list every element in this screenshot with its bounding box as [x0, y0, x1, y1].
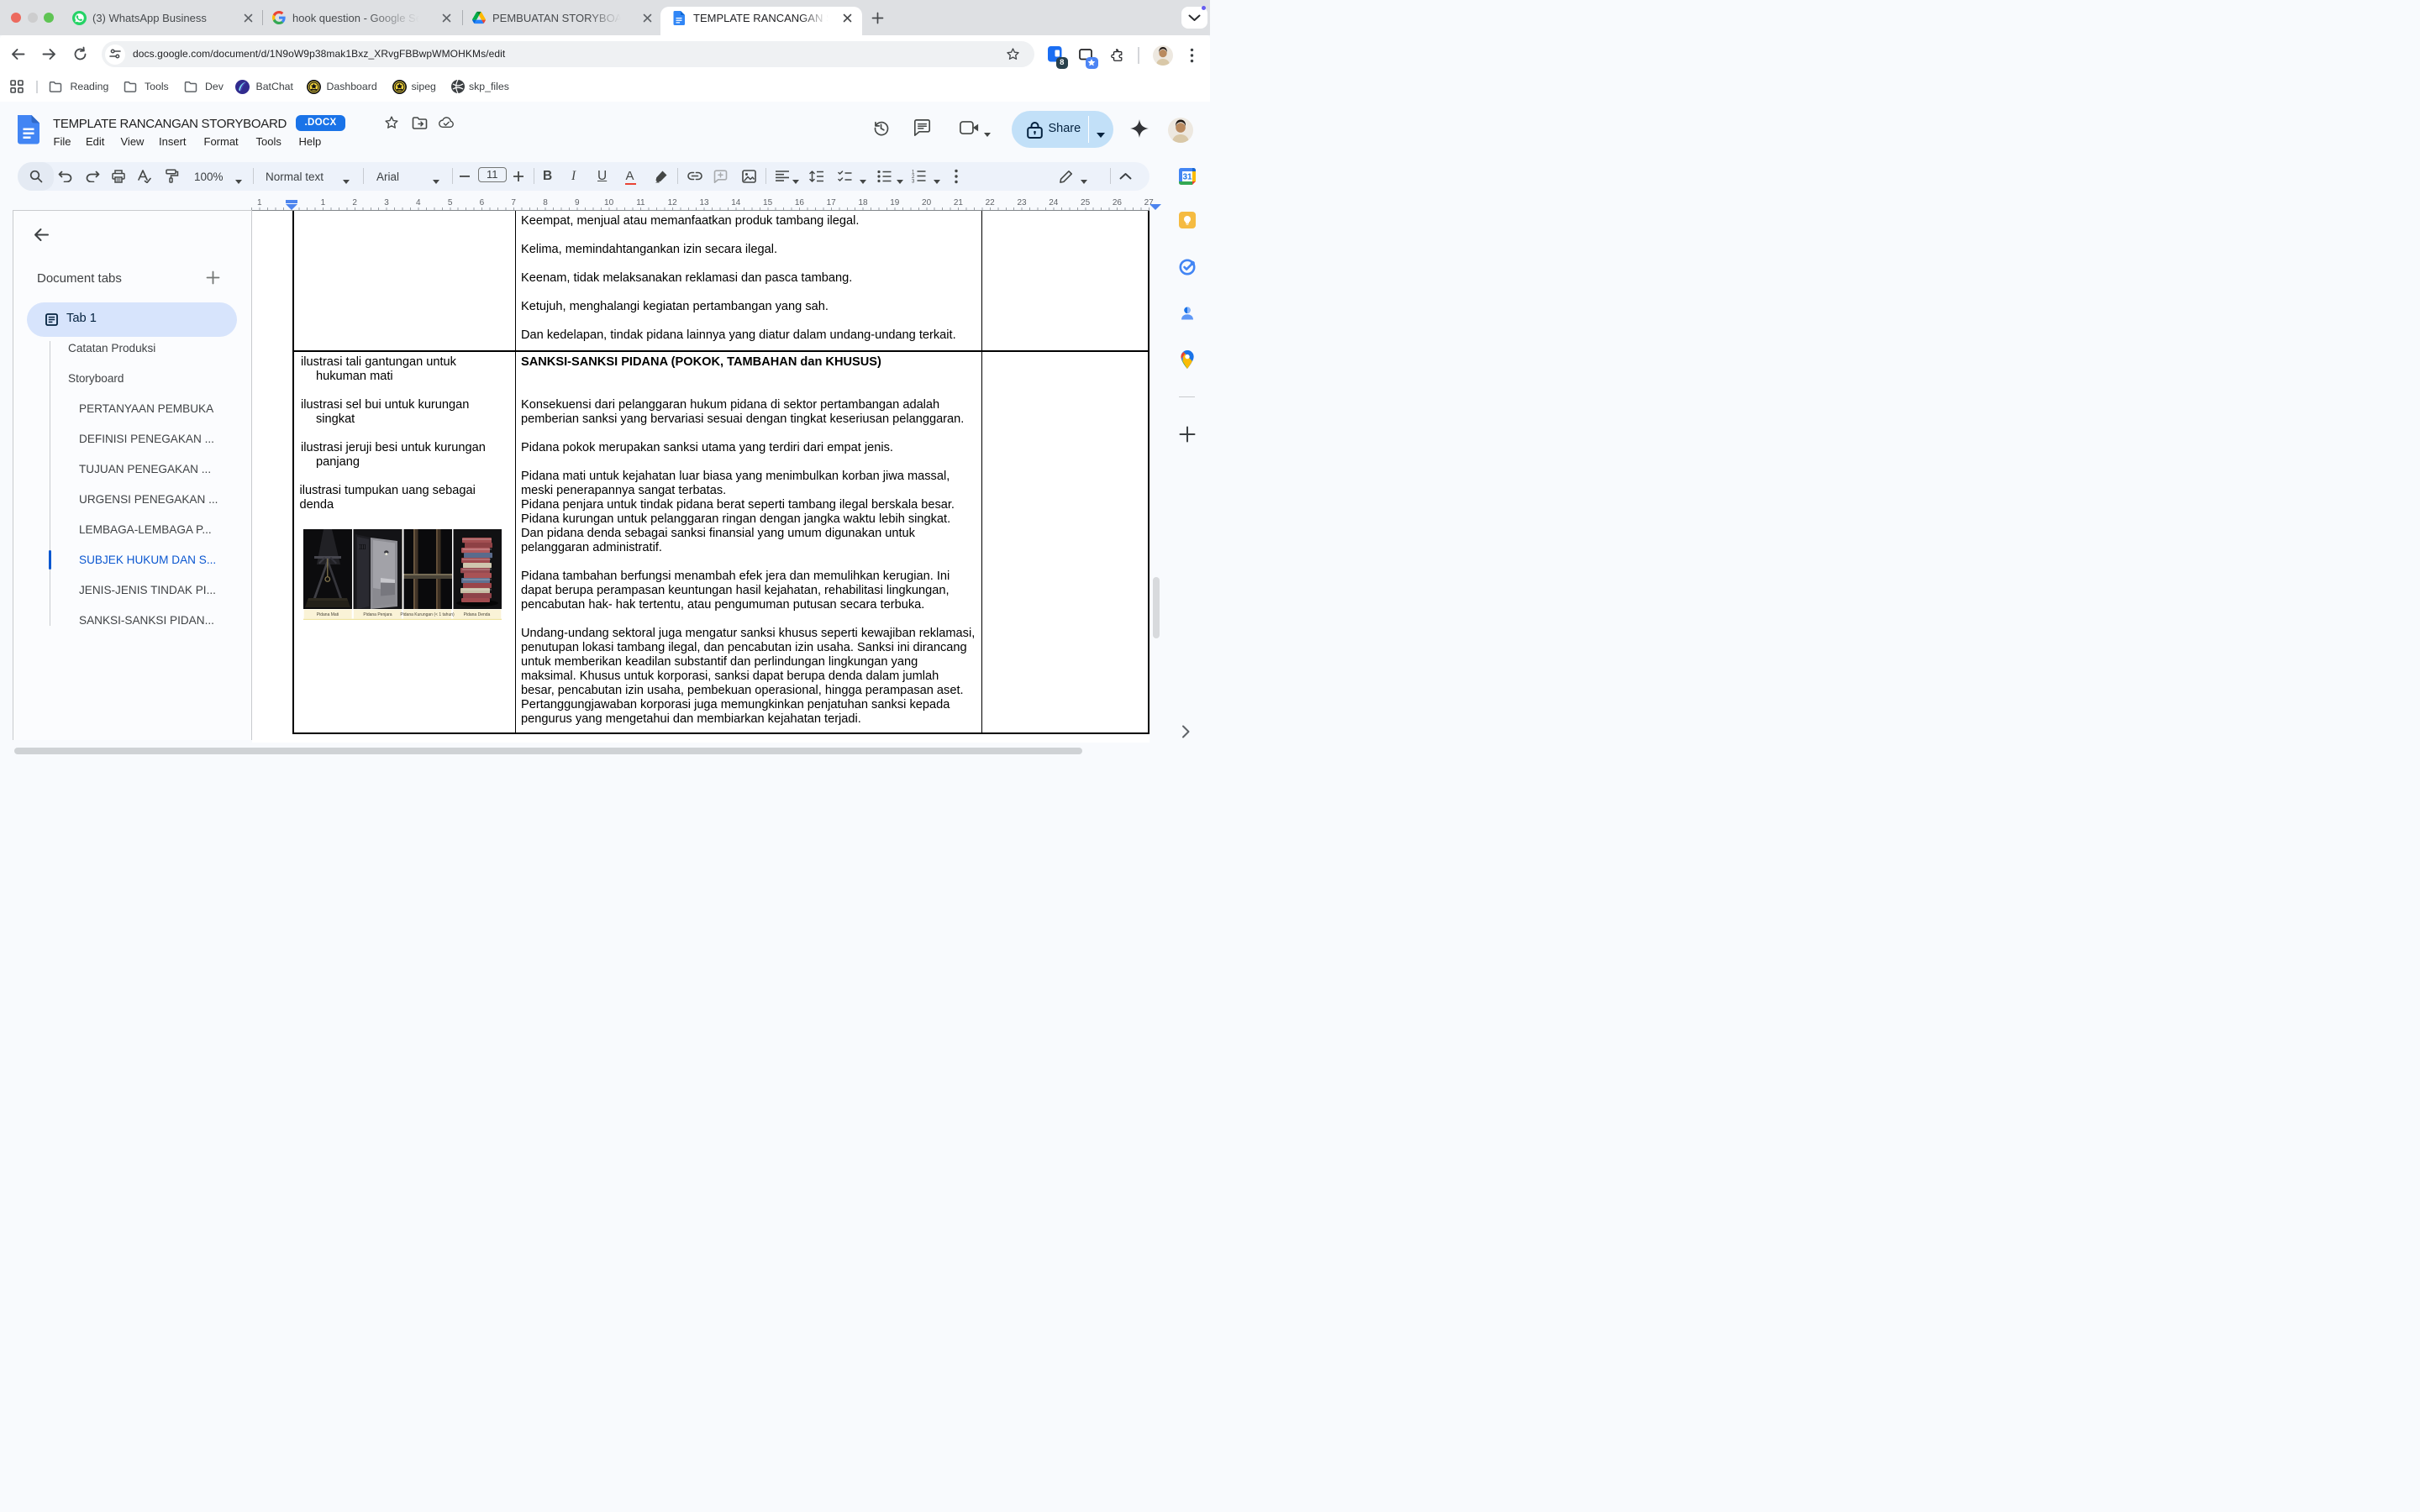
svg-text:Pidana Kurungan (< 1 tahun): Pidana Kurungan (< 1 tahun) [400, 612, 455, 617]
svg-text:3: 3 [912, 180, 915, 184]
svg-text:Pidana Denda: Pidana Denda [464, 612, 491, 617]
svg-text:31: 31 [1182, 172, 1192, 181]
svg-text:Pidana Mati: Pidana Mati [317, 612, 339, 617]
svg-text:Pidana Penjara: Pidana Penjara [363, 612, 392, 617]
